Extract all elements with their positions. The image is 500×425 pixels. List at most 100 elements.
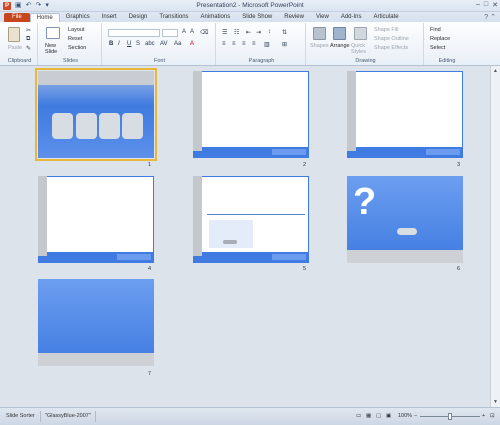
align-center-icon[interactable]: ≡: [232, 41, 236, 47]
font-group: A A ⌫ B I U S abc AV Aa A Font: [104, 23, 216, 65]
scroll-up-icon[interactable]: ▲: [493, 68, 498, 74]
shape-outline-button[interactable]: Shape Outline: [374, 36, 409, 42]
align-right-icon[interactable]: ≡: [242, 41, 246, 47]
change-case-icon[interactable]: Aa: [174, 41, 181, 47]
slide-thumbnail-6[interactable]: ?: [347, 176, 463, 263]
slide-page: [202, 72, 308, 147]
find-button[interactable]: Find: [430, 27, 441, 33]
decrease-indent-icon[interactable]: ⇤: [246, 29, 251, 36]
normal-view-icon[interactable]: ▭: [356, 413, 361, 419]
increase-indent-icon[interactable]: ⇥: [256, 29, 261, 36]
smartart-icon[interactable]: ⊞: [282, 41, 287, 48]
arrange-icon[interactable]: [333, 27, 346, 40]
card-shape: [52, 113, 73, 139]
justify-icon[interactable]: ≡: [252, 41, 256, 47]
new-slide-button[interactable]: New Slide: [45, 43, 63, 55]
quick-styles-icon[interactable]: [354, 27, 367, 40]
title-bar: P ▣ ↶ ↷ ▾ Presentation2 - Microsoft Powe…: [0, 0, 500, 12]
section-button[interactable]: Section: [68, 45, 86, 51]
slide-number-2: 2: [303, 162, 307, 168]
status-divider: [40, 411, 41, 422]
vertical-scrollbar[interactable]: ▲ ▼: [490, 66, 500, 407]
help-icon[interactable]: ? ⌃: [484, 13, 496, 21]
layout-button[interactable]: Layout: [68, 27, 85, 33]
slide-form-button: [223, 240, 237, 244]
line-spacing-icon[interactable]: ↕: [268, 29, 271, 35]
paragraph-group-label: Paragraph: [248, 58, 275, 64]
zoom-level[interactable]: 100%: [398, 413, 412, 419]
columns-icon[interactable]: ▥: [264, 41, 270, 48]
slide-show-icon[interactable]: ▣: [386, 413, 391, 419]
maximize-icon[interactable]: □: [484, 1, 488, 9]
scroll-down-icon[interactable]: ▼: [493, 399, 498, 405]
drawing-group: Shapes Arrange Quick Styles Shape Fill S…: [308, 23, 424, 65]
slides-group: New Slide Layout Reset Section Slides: [40, 23, 102, 65]
slide-number-3: 3: [457, 162, 461, 168]
shrink-font-icon[interactable]: A: [190, 29, 194, 35]
text-direction-icon[interactable]: ⇅: [282, 29, 287, 36]
align-left-icon[interactable]: ≡: [222, 41, 226, 47]
slide-sorter-view-icon[interactable]: ▦: [366, 413, 371, 419]
slide-number-1: 1: [148, 162, 152, 168]
slide-thumbnail-7[interactable]: [38, 279, 154, 366]
reset-button[interactable]: Reset: [68, 36, 82, 42]
shapes-button[interactable]: Shapes: [310, 43, 329, 49]
slide-side-band: [347, 71, 356, 151]
clear-formatting-icon[interactable]: ⌫: [200, 29, 208, 36]
reading-view-icon[interactable]: ▢: [376, 413, 381, 419]
slide-number-5: 5: [303, 266, 307, 272]
minimize-icon[interactable]: –: [476, 1, 480, 9]
font-group-label: Font: [153, 58, 165, 64]
slide-rule-line: [207, 214, 305, 215]
view-status: Slide Sorter: [6, 413, 35, 419]
copy-icon[interactable]: ⧉: [26, 36, 30, 43]
question-mark-icon: ?: [353, 181, 377, 223]
slide-thumbnail-2[interactable]: [193, 71, 309, 158]
numbering-icon[interactable]: ☷: [234, 29, 239, 36]
shape-fill-button[interactable]: Shape Fill: [374, 27, 398, 33]
font-color-icon[interactable]: A: [190, 41, 194, 47]
zoom-slider-thumb[interactable]: [448, 413, 452, 420]
format-painter-icon[interactable]: ✎: [26, 45, 31, 52]
strikethrough-icon[interactable]: abc: [145, 41, 155, 47]
slide-side-band: [193, 71, 202, 151]
font-family-dropdown[interactable]: [108, 29, 160, 37]
slide-thumbnail-5[interactable]: [193, 176, 309, 263]
replace-button[interactable]: Replace: [430, 36, 450, 42]
bold-icon[interactable]: B: [109, 41, 113, 47]
clipboard-group: Paste ✂ ⧉ ✎ Clipboard: [2, 23, 38, 65]
card-shape: [99, 113, 120, 139]
status-bar: Slide Sorter "GlassyBlue-2007" ▭ ▦ ▢ ▣ 1…: [0, 407, 500, 425]
grow-font-icon[interactable]: A: [182, 29, 186, 35]
slide-thumbnail-1[interactable]: [35, 68, 157, 161]
paste-icon[interactable]: [8, 27, 20, 42]
select-button[interactable]: Select: [430, 45, 445, 51]
shapes-icon[interactable]: [313, 27, 326, 40]
clipboard-group-label: Clipboard: [7, 58, 32, 64]
ribbon-home: Paste ✂ ⧉ ✎ Clipboard New Slide Layout R…: [0, 22, 500, 66]
zoom-in-icon[interactable]: +: [482, 413, 485, 419]
spacing-icon[interactable]: AV: [160, 41, 168, 47]
slide-thumbnail-4[interactable]: [38, 176, 154, 263]
bullets-icon[interactable]: ☰: [222, 29, 227, 36]
close-icon[interactable]: ✕: [492, 1, 498, 9]
slide-thumbnail-3[interactable]: [347, 71, 463, 158]
font-size-dropdown[interactable]: [162, 29, 178, 37]
editing-group-label: Editing: [438, 58, 456, 64]
editing-group: Find Replace Select Editing: [426, 23, 468, 65]
quick-styles-button[interactable]: Quick Styles: [351, 43, 371, 55]
zoom-out-icon[interactable]: −: [414, 413, 417, 419]
fit-to-window-icon[interactable]: ⊡: [490, 413, 495, 419]
arrange-button[interactable]: Arrange: [330, 43, 350, 49]
slide-footer-band: [38, 353, 154, 366]
shape-effects-button[interactable]: Shape Effects: [374, 45, 408, 51]
window-controls: – □ ✕: [476, 1, 498, 9]
paste-button[interactable]: Paste: [8, 45, 22, 51]
new-slide-icon[interactable]: [46, 27, 60, 39]
card-shape: [76, 113, 97, 139]
shadow-icon[interactable]: S: [136, 41, 140, 47]
underline-icon[interactable]: U: [127, 41, 131, 47]
slide-side-band: [193, 176, 202, 256]
italic-icon[interactable]: I: [118, 41, 120, 47]
cut-icon[interactable]: ✂: [26, 27, 31, 34]
